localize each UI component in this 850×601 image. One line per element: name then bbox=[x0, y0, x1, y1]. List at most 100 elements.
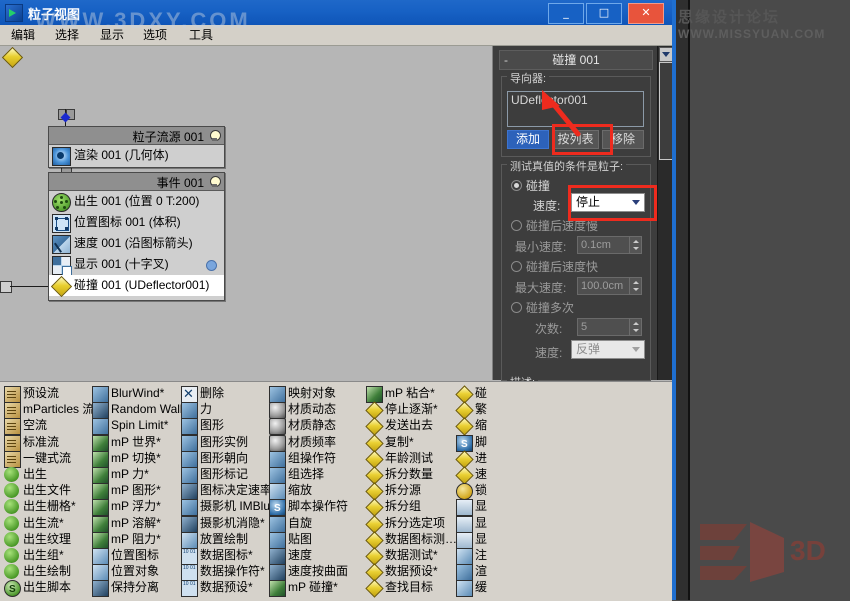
min-speed-stepper-icon[interactable] bbox=[629, 236, 642, 254]
menu-item-edit[interactable]: 编辑 bbox=[6, 27, 40, 43]
node-row-speed[interactable]: 速度 001 (沿图标箭头) bbox=[49, 233, 224, 254]
panel-scrollbar[interactable] bbox=[657, 46, 672, 380]
node-row-birth[interactable]: 出生 001 (位置 0 T:200) bbox=[49, 191, 224, 212]
data-operator-icon bbox=[181, 564, 198, 581]
birth-texture-icon bbox=[4, 532, 19, 547]
radio-collide-multiple[interactable] bbox=[511, 302, 522, 313]
spawn-icon bbox=[456, 402, 471, 417]
chevron-down-icon bbox=[632, 347, 640, 352]
maximize-button[interactable]: □ bbox=[586, 3, 622, 24]
display-state-dot[interactable] bbox=[206, 260, 217, 271]
label-collide-multiple: 碰撞多次 bbox=[526, 299, 574, 316]
scroll-up-arrow-icon[interactable] bbox=[659, 47, 673, 62]
split-amount-icon bbox=[366, 467, 381, 482]
display-icon bbox=[52, 256, 71, 275]
right-accent-strip bbox=[672, 0, 676, 600]
delete-icon bbox=[181, 386, 198, 403]
shape-facing-icon bbox=[181, 451, 198, 468]
node-particle-flow-source[interactable]: 粒子流源 001 渲染 001 (几何体) bbox=[48, 126, 225, 168]
speed-icon bbox=[52, 235, 71, 254]
node-title: 事件 001 bbox=[157, 174, 204, 191]
menu-bar: 编辑 选择 显示 选项 工具 bbox=[0, 25, 672, 46]
speed-by-surface-icon bbox=[269, 564, 286, 581]
radio-collide[interactable] bbox=[511, 180, 522, 191]
cache-icon bbox=[456, 580, 473, 597]
mp-shape-icon bbox=[92, 483, 109, 500]
node-row-position-icon[interactable]: 位置图标 001 (体积) bbox=[49, 212, 224, 233]
data-icon-icon bbox=[181, 548, 198, 565]
node-row-display[interactable]: 显示 001 (十字叉) bbox=[49, 254, 224, 275]
radio-slow-after-collision[interactable] bbox=[511, 220, 522, 231]
depot-item-label: 保持分离 bbox=[111, 578, 159, 597]
group-select-icon bbox=[269, 467, 286, 484]
count-stepper-icon[interactable] bbox=[629, 318, 642, 336]
max-speed-stepper-icon[interactable] bbox=[629, 277, 642, 295]
find-target-icon bbox=[366, 580, 381, 595]
particle-view-window: 粒子视图 _ □ ✕ 编辑 选择 显示 选项 工具 bbox=[0, 0, 674, 600]
label-count: 次数: bbox=[535, 320, 562, 337]
node-event[interactable]: 事件 001 出生 001 (位置 0 T:200) bbox=[48, 172, 225, 301]
scrollbar-thumb[interactable] bbox=[659, 62, 673, 160]
data-preset-test-icon bbox=[366, 564, 381, 579]
duplicate-icon bbox=[366, 435, 381, 450]
position-object-icon bbox=[92, 564, 109, 581]
stop-gradual-icon bbox=[366, 402, 381, 417]
menu-item-options[interactable]: 选项 bbox=[138, 27, 172, 43]
max-speed-spinner[interactable]: 100.0cm bbox=[577, 277, 632, 295]
place-paint-icon bbox=[181, 532, 198, 549]
mp-force-icon bbox=[92, 467, 109, 484]
speed-by-icon-icon bbox=[181, 483, 198, 500]
label-fast-after-collision: 碰撞后速度快 bbox=[526, 258, 598, 275]
flow-icon bbox=[4, 402, 21, 419]
depot-panel[interactable]: 预设流mParticles 流*空流标准流一键式流出生出生文件出生栅格*出生流*… bbox=[0, 381, 672, 601]
minimize-button[interactable]: _ bbox=[548, 3, 584, 24]
rollout-collapse-icon[interactable]: - bbox=[504, 51, 508, 69]
render-icon bbox=[52, 147, 71, 166]
node-header[interactable]: 粒子流源 001 bbox=[49, 127, 224, 145]
depot-item-label: mP 碰撞* bbox=[288, 578, 338, 597]
go-to-rotation-icon bbox=[456, 451, 471, 466]
deflector-list[interactable]: UDeflector001 bbox=[507, 91, 644, 127]
display-2-icon bbox=[456, 516, 473, 533]
lightbulb-icon[interactable] bbox=[209, 176, 220, 187]
birth-icon bbox=[52, 193, 71, 212]
speed-multiple-combo[interactable]: 反弹 bbox=[571, 340, 645, 359]
flow-icon bbox=[4, 451, 21, 468]
split-source-icon bbox=[366, 483, 381, 498]
right-divider bbox=[688, 0, 690, 600]
random-walk-icon bbox=[92, 402, 109, 419]
node-row-label: 显示 001 (十字叉) bbox=[74, 257, 169, 271]
mp-drag-icon bbox=[92, 532, 109, 549]
test-condition-label: 测试真值的条件是粒子: bbox=[507, 158, 626, 174]
node-row-label: 出生 001 (位置 0 T:200) bbox=[74, 194, 199, 208]
title-bar: 粒子视图 _ □ ✕ bbox=[0, 0, 672, 25]
rollout-header-collision[interactable]: - 碰撞 001 bbox=[499, 50, 653, 70]
min-speed-spinner[interactable]: 0.1cm bbox=[577, 236, 632, 254]
window-title: 粒子视图 bbox=[28, 4, 80, 23]
menu-item-display[interactable]: 显示 bbox=[95, 27, 129, 43]
radio-fast-after-collision[interactable] bbox=[511, 261, 522, 272]
node-row-collision[interactable]: 碰撞 001 (UDeflector001) bbox=[49, 275, 224, 296]
force-icon bbox=[181, 402, 198, 419]
spin-limit-icon bbox=[92, 418, 109, 435]
mp-collision-icon bbox=[269, 580, 286, 597]
close-button[interactable]: ✕ bbox=[628, 3, 664, 24]
particle-graph-canvas[interactable]: 粒子流源 001 渲染 001 (几何体) 事件 001 bbox=[0, 46, 493, 380]
node-row-label: 渲染 001 (几何体) bbox=[74, 148, 169, 162]
menu-item-tools[interactable]: 工具 bbox=[184, 27, 218, 43]
wire-collision-out bbox=[10, 286, 48, 287]
mp-buoyancy-icon bbox=[92, 499, 109, 516]
node-header[interactable]: 事件 001 bbox=[49, 173, 224, 191]
lightbulb-icon[interactable] bbox=[209, 130, 220, 141]
spin-icon bbox=[269, 516, 286, 533]
collision-output-socket[interactable] bbox=[0, 281, 12, 293]
depot-item-label: 出生脚本 bbox=[23, 578, 71, 597]
script-operator-icon bbox=[269, 499, 286, 516]
count-spinner[interactable]: 5 bbox=[577, 318, 632, 336]
list-item[interactable]: UDeflector001 bbox=[508, 92, 643, 108]
node-row-render[interactable]: 渲染 001 (几何体) bbox=[49, 145, 224, 166]
map-object-icon bbox=[269, 386, 286, 403]
script-test-icon bbox=[456, 435, 473, 452]
menu-item-select[interactable]: 选择 bbox=[50, 27, 84, 43]
add-button[interactable]: 添加 bbox=[507, 130, 549, 149]
